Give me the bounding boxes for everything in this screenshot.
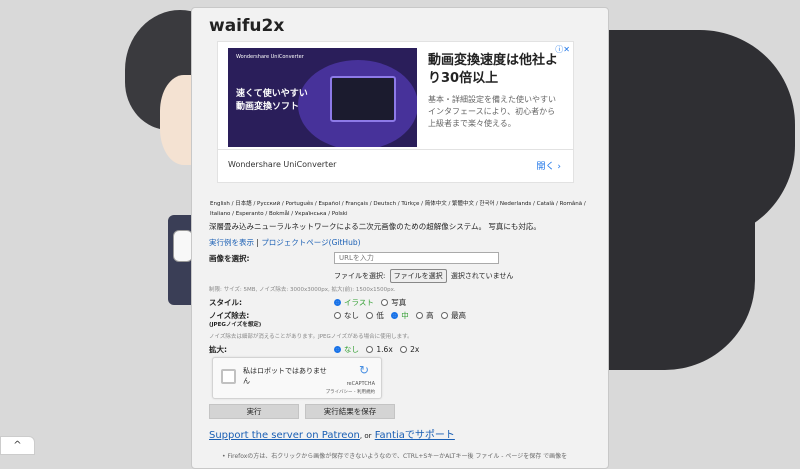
background-character-hair-right-lower xyxy=(605,220,755,370)
project-link[interactable]: プロジェクトページ(GitHub) xyxy=(261,238,360,247)
ad-heading[interactable]: 動画変換速度は他社より30倍以上 xyxy=(428,52,568,88)
recaptcha-brand: reCAPTCHA xyxy=(346,381,375,387)
noise-options: なし 低 中 高 最高 xyxy=(334,310,471,321)
style-option-photo[interactable]: 写真 xyxy=(381,298,406,307)
recaptcha-checkbox[interactable] xyxy=(221,369,236,384)
noise-option-high[interactable]: 高 xyxy=(416,311,434,320)
noise-option-low[interactable]: 低 xyxy=(366,311,384,320)
recaptcha-logo-icon: ↻ xyxy=(358,363,370,377)
url-input[interactable] xyxy=(334,252,499,264)
language-links[interactable]: English / 日本語 / Русский / Português / Es… xyxy=(210,199,600,219)
file-select-button[interactable]: ファイルを選択 xyxy=(389,269,447,283)
ad-open-label: 開く xyxy=(536,162,555,172)
scroll-up-icon[interactable]: ^ xyxy=(0,436,35,455)
background-character-arm-left xyxy=(173,230,193,262)
firefox-note: • Firefoxの方は、右クリックから画像が保存できないようなので、CTRL+… xyxy=(222,453,568,460)
ad-image-tagline-1: 速くて使いやすい xyxy=(236,89,308,99)
save-result-button[interactable]: 実行結果を保存 xyxy=(305,404,395,419)
noise-sublabel: (JPEGノイズを想定) xyxy=(209,322,262,328)
recaptcha-privacy-links[interactable]: プライバシー - 利用規約 xyxy=(326,389,375,395)
file-label: ファイルを選択: xyxy=(334,272,386,280)
patreon-link[interactable]: Support the server on Patreon xyxy=(209,430,360,441)
radio-icon[interactable] xyxy=(381,299,389,306)
radio-icon[interactable] xyxy=(366,346,374,353)
example-link[interactable]: 実行例を表示 xyxy=(209,238,254,247)
radio-icon[interactable] xyxy=(400,346,408,353)
link-separator: | xyxy=(256,238,259,247)
support-or: , or xyxy=(359,432,372,440)
support-links: Support the server on Patreon, or Fantia… xyxy=(209,426,455,441)
scale-option-2x[interactable]: 2x xyxy=(400,345,419,354)
noise-option-medium[interactable]: 中 xyxy=(391,311,409,320)
radio-icon[interactable] xyxy=(334,312,341,319)
chevron-right-icon: › xyxy=(557,162,561,172)
file-row: ファイルを選択: ファイルを選択 選択されていません xyxy=(334,269,513,283)
ad-image-brand: Wondershare UniConverter xyxy=(236,54,304,60)
scale-label: 拡大: xyxy=(209,345,227,354)
scale-option-none[interactable]: なし xyxy=(334,345,359,354)
run-button[interactable]: 実行 xyxy=(209,404,299,419)
file-status: 選択されていません xyxy=(450,272,514,280)
ad-image-screen xyxy=(330,76,396,122)
ad-open-link[interactable]: 開く › xyxy=(537,159,562,172)
style-option-illust[interactable]: イラスト xyxy=(334,298,374,307)
radio-icon[interactable] xyxy=(416,312,424,319)
radio-selected-icon[interactable] xyxy=(391,312,399,319)
radio-selected-icon[interactable] xyxy=(334,346,341,353)
recaptcha-text: 私はロボットではありません xyxy=(243,367,327,385)
limits-text: 制限: サイズ: 5MB, ノイズ除去: 3000x3000px, 拡大(前):… xyxy=(209,287,396,293)
ad-image[interactable]: Wondershare UniConverter 速くて使いやすい 動画変換ソフ… xyxy=(228,48,417,147)
style-label: スタイル: xyxy=(209,298,242,307)
background-character-hair-right xyxy=(605,30,795,240)
scale-option-1-6x[interactable]: 1.6x xyxy=(366,345,393,354)
ad-image-tagline-2: 動画変換ソフト xyxy=(236,102,300,112)
ad-image-tagline: 速くて使いやすい 動画変換ソフト xyxy=(236,88,308,114)
firefox-note-text: Firefoxの方は、右クリックから画像が保存できないようなので、CTRL+Sキ… xyxy=(227,453,568,460)
style-options: イラスト 写真 xyxy=(334,297,411,308)
noise-note: ノイズ除去は細部が消えることがあります。JPEGノイズがある場合に使用します。 xyxy=(209,334,413,340)
main-card: waifu2x Wondershare UniConverter 速くて使いやす… xyxy=(191,7,609,469)
radio-icon[interactable] xyxy=(366,312,374,319)
noise-option-none[interactable]: なし xyxy=(334,311,359,320)
radio-icon[interactable] xyxy=(441,312,449,319)
ad-subtext: 基本・詳細設定を備えた使いやすいインタフェースにより、初心者から上級者まで楽々使… xyxy=(428,95,556,128)
noise-option-highest[interactable]: 最高 xyxy=(441,311,466,320)
image-select-label: 画像を選択: xyxy=(209,254,250,263)
app-title: waifu2x xyxy=(209,16,285,36)
ad-footer-name: Wondershare UniConverter xyxy=(228,160,337,169)
ad-footer[interactable]: Wondershare UniConverter 開く › xyxy=(218,149,573,183)
radio-selected-icon[interactable] xyxy=(334,299,341,306)
info-links: 実行例を表示 | プロジェクトページ(GitHub) xyxy=(209,237,361,248)
fantia-link[interactable]: Fantiaでサポート xyxy=(375,430,455,441)
advertisement[interactable]: Wondershare UniConverter 速くて使いやすい 動画変換ソフ… xyxy=(217,41,574,183)
scale-options: なし 1.6x 2x xyxy=(334,344,424,355)
recaptcha-widget: 私はロボットではありません ↻ reCAPTCHA プライバシー - 利用規約 xyxy=(212,357,382,399)
description: 深層畳み込みニューラルネットワークによる二次元画像のための超解像システム。 写真… xyxy=(209,222,541,231)
